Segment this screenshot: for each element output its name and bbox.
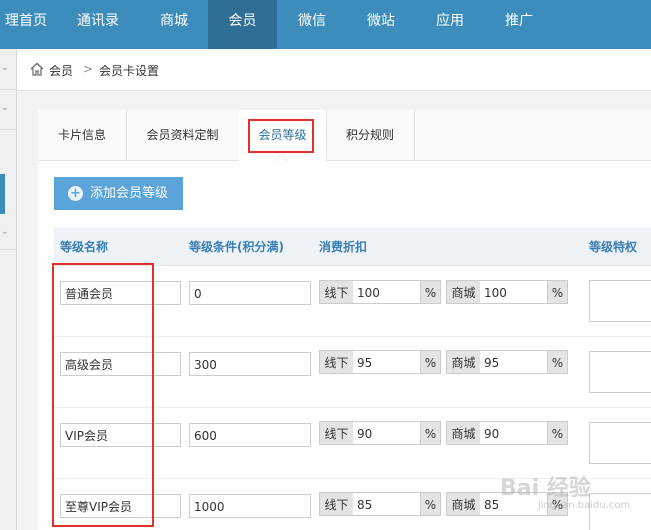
- mall-addon: 商城: [446, 492, 481, 516]
- add-member-level-button[interactable]: + 添加会员等级: [54, 177, 183, 210]
- tab-bar: 卡片信息 会员资料定制 会员等级 积分规则: [38, 110, 651, 161]
- offline-addon: 线下: [319, 492, 354, 516]
- level-privilege-textarea[interactable]: [589, 280, 651, 322]
- chevron-down-icon[interactable]: ⌄: [1, 227, 9, 237]
- watermark-url: jingyan.baidu.com: [538, 500, 631, 511]
- nav-item-contacts[interactable]: 通讯录: [60, 0, 136, 49]
- sidebar-active-marker: [0, 174, 5, 214]
- percent-addon: %: [547, 421, 568, 445]
- nav-item-home[interactable]: 理首页: [0, 0, 52, 49]
- percent-addon: %: [420, 350, 441, 374]
- add-member-level-label: 添加会员等级: [90, 186, 169, 201]
- points-threshold-input[interactable]: 0: [189, 281, 311, 305]
- nav-item-apps[interactable]: 应用: [416, 0, 484, 49]
- level-privilege-textarea[interactable]: [589, 351, 651, 393]
- percent-addon: %: [420, 421, 441, 445]
- watermark-text: Bai 经验: [500, 476, 591, 501]
- nav-item-members[interactable]: 会员: [208, 0, 277, 49]
- breadcrumb-members[interactable]: 会员: [49, 62, 73, 79]
- chevron-down-icon[interactable]: ⌄: [1, 103, 9, 113]
- percent-addon: %: [420, 280, 441, 304]
- level-privilege-textarea[interactable]: [589, 493, 651, 530]
- percent-addon: %: [547, 350, 568, 374]
- points-threshold-input[interactable]: 600: [189, 423, 311, 447]
- table-row: VIP会员 600 线下 90 % 商城 90 %: [54, 408, 651, 479]
- column-header-discount: 消费折扣: [319, 240, 368, 254]
- level-name-input[interactable]: 高级会员: [60, 352, 181, 376]
- offline-addon: 线下: [319, 350, 354, 374]
- percent-addon: %: [420, 492, 441, 516]
- points-threshold-input[interactable]: 300: [189, 352, 311, 376]
- breadcrumb: 会员 > 会员卡设置: [17, 49, 651, 91]
- mall-addon: 商城: [446, 350, 481, 374]
- column-header-privilege: 等级特权: [589, 240, 638, 254]
- sidebar-divider: [0, 89, 16, 90]
- baidu-watermark: Bai 经验 jingyan.baidu.com: [500, 470, 630, 511]
- tab-member-profile[interactable]: 会员资料定制: [126, 110, 240, 160]
- sidebar: ⌄ ⌄ ⌄: [0, 49, 17, 530]
- sidebar-divider: [0, 249, 16, 250]
- tab-points-rules[interactable]: 积分规则: [326, 110, 415, 160]
- offline-discount-input[interactable]: 95: [353, 350, 421, 374]
- offline-addon: 线下: [319, 421, 354, 445]
- table-row: 普通会员 0 线下 100 % 商城 100 %: [54, 266, 651, 337]
- mall-discount-input[interactable]: 100: [480, 280, 548, 304]
- mall-discount-input[interactable]: 90: [480, 421, 548, 445]
- mall-addon: 商城: [446, 280, 481, 304]
- nav-item-wechat[interactable]: 微信: [277, 0, 347, 49]
- level-name-input[interactable]: VIP会员: [60, 423, 181, 447]
- sidebar-divider: [0, 129, 16, 130]
- breadcrumb-card-settings: 会员卡设置: [99, 64, 160, 78]
- top-navigation: 理首页 通讯录 商城 会员 微信 微站 应用 推广: [0, 0, 651, 49]
- breadcrumb-separator: >: [83, 62, 94, 76]
- offline-addon: 线下: [319, 280, 354, 304]
- nav-item-promotion[interactable]: 推广: [484, 0, 554, 49]
- table-header: 等级名称 等级条件(积分满) 消费折扣 等级特权: [54, 227, 651, 266]
- mall-addon: 商城: [446, 421, 481, 445]
- offline-discount-input[interactable]: 100: [353, 280, 421, 304]
- chevron-down-icon[interactable]: ⌄: [1, 63, 9, 73]
- active-tab-indicator: [274, 154, 288, 161]
- plus-circle-icon: +: [68, 186, 83, 201]
- nav-item-mall[interactable]: 商城: [140, 0, 208, 49]
- offline-discount-input[interactable]: 90: [353, 421, 421, 445]
- nav-item-microsite[interactable]: 微站: [347, 0, 415, 49]
- tab-card-info[interactable]: 卡片信息: [38, 110, 127, 160]
- home-icon[interactable]: [30, 62, 44, 76]
- table-row: 高级会员 300 线下 95 % 商城 95 %: [54, 337, 651, 408]
- offline-discount-input[interactable]: 85: [353, 492, 421, 516]
- percent-addon: %: [547, 280, 568, 304]
- points-threshold-input[interactable]: 1000: [189, 494, 311, 518]
- mall-discount-input[interactable]: 95: [480, 350, 548, 374]
- level-name-input[interactable]: 普通会员: [60, 281, 181, 305]
- level-privilege-textarea[interactable]: [589, 422, 651, 464]
- column-header-condition: 等级条件(积分满): [189, 240, 284, 254]
- level-name-input[interactable]: 至尊VIP会员: [60, 494, 181, 518]
- column-header-name: 等级名称: [60, 240, 109, 254]
